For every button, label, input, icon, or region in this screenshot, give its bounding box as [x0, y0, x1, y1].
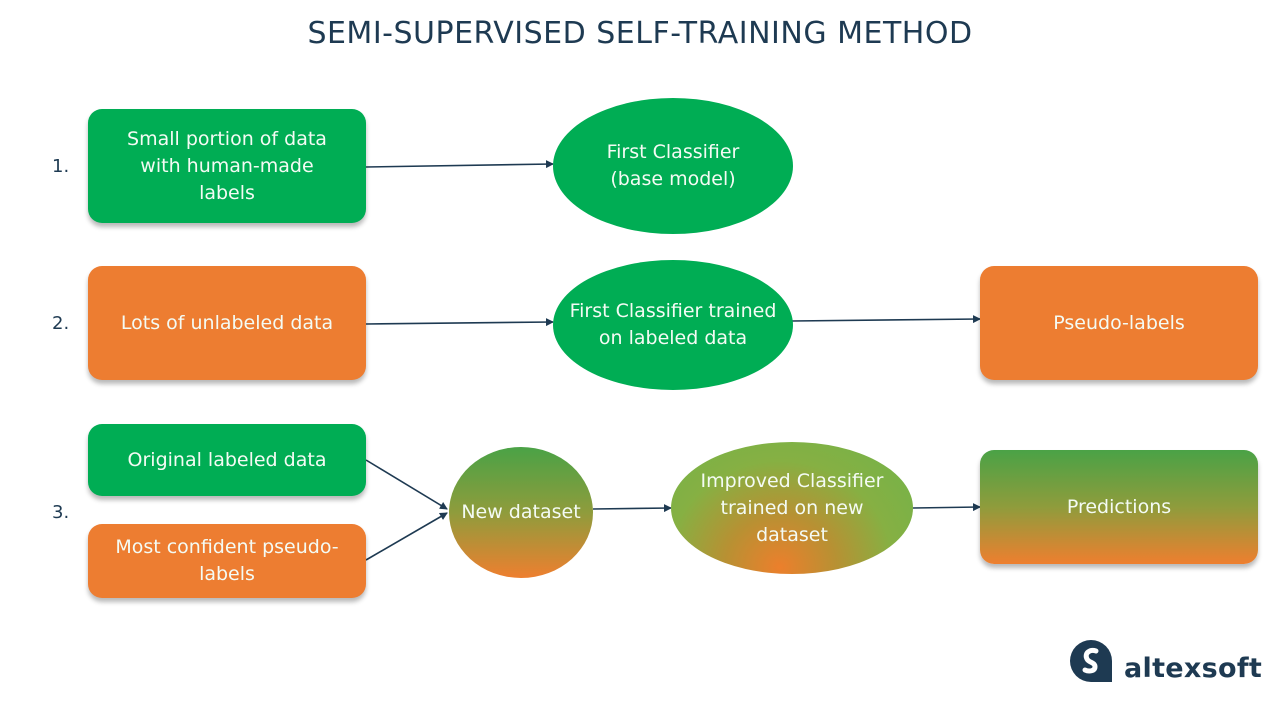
node-small-labeled-data: Small portion of data with human-made la…	[88, 109, 366, 223]
edge-trained-classifier-to-pseudo-labels	[791, 315, 981, 324]
edge-unlabeled-to-trained-classifier	[365, 318, 554, 327]
node-predictions: Predictions	[980, 450, 1258, 564]
altexsoft-logo-icon	[1070, 640, 1112, 682]
node-unlabeled-data: Lots of unlabeled data	[88, 266, 366, 380]
node-new-dataset: New dataset	[449, 447, 593, 578]
edge-improved-classifier-to-predictions	[912, 503, 981, 512]
node-most-confident-pseudo-labels: Most confident pseudo-labels	[88, 524, 366, 598]
altexsoft-logo: altexsoft	[1068, 638, 1262, 684]
edge-original-labeled-to-new-dataset	[365, 459, 448, 510]
node-improved-classifier: Improved Classifier trained on new datas…	[671, 442, 913, 574]
node-original-labeled-data: Original labeled data	[88, 424, 366, 496]
edge-small-labeled-to-first-classifier	[365, 160, 554, 169]
node-trained-classifier: First Classifier trained on labeled data	[553, 260, 793, 390]
edge-new-dataset-to-improved-classifier	[592, 504, 672, 513]
altexsoft-logo-text: altexsoft	[1124, 652, 1263, 684]
node-pseudo-labels: Pseudo-labels	[980, 266, 1258, 380]
node-first-classifier: First Classifier (base model)	[553, 98, 793, 234]
edge-confident-pseudo-to-new-dataset	[365, 512, 448, 561]
